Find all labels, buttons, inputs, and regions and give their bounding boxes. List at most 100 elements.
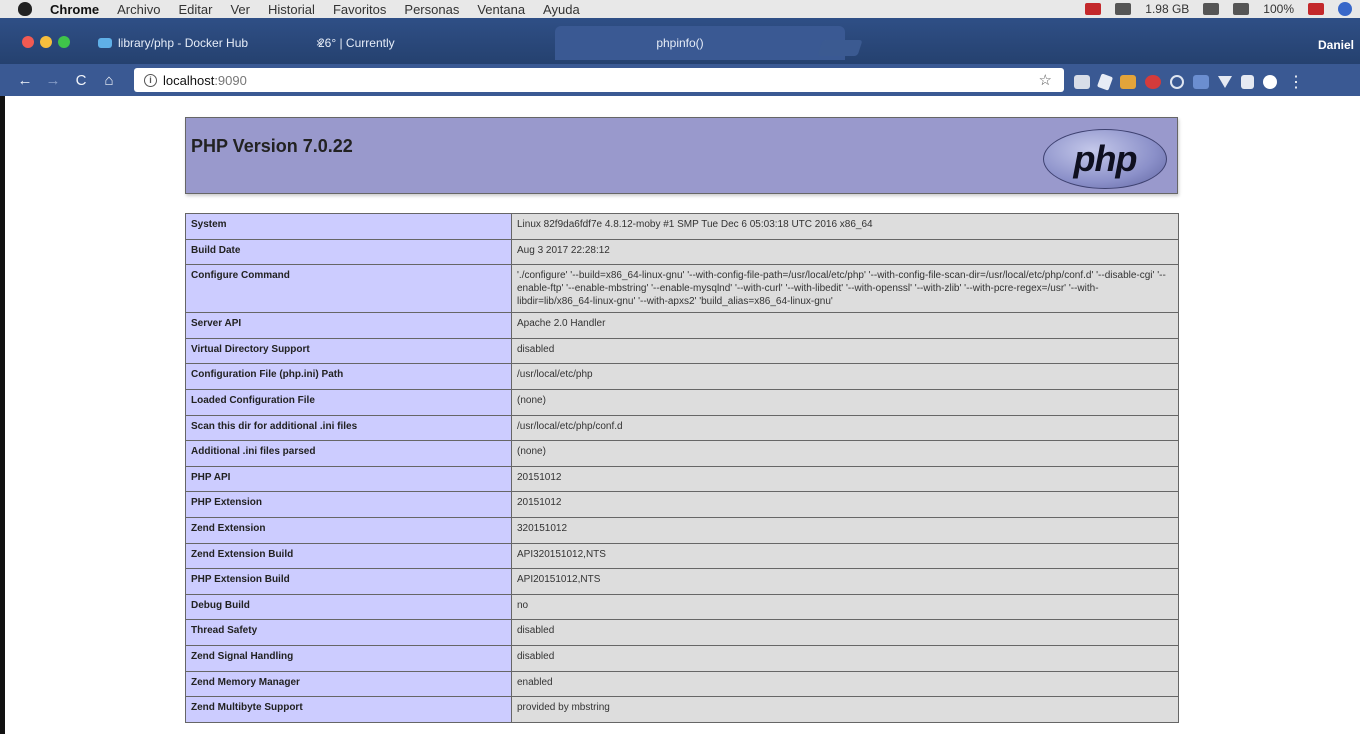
table-row: Additional .ini files parsed (none)	[185, 440, 1179, 467]
url-port: :9090	[214, 72, 247, 88]
table-row: PHP API 20151012	[185, 465, 1179, 493]
menu-personas[interactable]: Personas	[404, 2, 459, 17]
window-minimize-button[interactable]	[40, 36, 52, 48]
menu-historial[interactable]: Historial	[268, 2, 315, 17]
row-key: PHP Extension Build	[185, 568, 512, 595]
page-title: PHP Version 7.0.22	[191, 136, 353, 156]
table-row: Server API Apache 2.0 Handler	[185, 312, 1179, 339]
reload-button[interactable]: C	[70, 72, 92, 89]
row-key: Scan this dir for additional .ini files	[185, 414, 512, 442]
row-key: Zend Extension	[185, 516, 512, 544]
row-value: API320151012,NTS	[511, 542, 1179, 570]
extension-translate-icon[interactable]	[1193, 75, 1209, 89]
table-row: Configure Command './configure' '--build=…	[185, 264, 1179, 314]
extension-circle-icon[interactable]	[1170, 75, 1184, 89]
row-key: PHP Extension	[185, 491, 512, 518]
php-logo[interactable]: php	[1043, 129, 1167, 189]
row-value: 320151012	[511, 516, 1179, 544]
row-value: /usr/local/etc/php/conf.d	[511, 414, 1179, 442]
menu-ver[interactable]: Ver	[230, 2, 250, 17]
row-value: /usr/local/etc/php	[511, 363, 1179, 390]
storage-indicator[interactable]: 1.98 GB	[1145, 2, 1189, 16]
site-info-icon[interactable]: i	[144, 73, 157, 87]
extension-pin-icon[interactable]	[1096, 73, 1114, 91]
table-row: Zend Extension Build API320151012,NTS	[185, 542, 1179, 570]
back-button[interactable]: ←	[14, 72, 36, 89]
row-key: Configure Command	[185, 264, 512, 314]
table-row: PHP Extension 20151012	[185, 491, 1179, 518]
window-close-button[interactable]	[22, 36, 34, 48]
menu-archivo[interactable]: Archivo	[117, 2, 160, 17]
extension-dot-icon[interactable]	[1263, 75, 1277, 89]
url-host: localhost	[163, 72, 215, 88]
row-value: provided by mbstring	[511, 696, 1179, 723]
row-value: (none)	[511, 440, 1179, 467]
phpinfo-header: PHP Version 7.0.22 php	[185, 117, 1178, 194]
browser-toolbar: ← → C ⌂ i localhost :9090 ☆ ⋮	[0, 64, 1360, 96]
menu-favoritos[interactable]: Favoritos	[333, 2, 386, 17]
extension-vue-icon[interactable]	[1218, 76, 1232, 88]
row-value: no	[511, 593, 1179, 621]
tab-currently[interactable]: 26° | Currently ×	[302, 26, 587, 60]
menu-ayuda[interactable]: Ayuda	[543, 2, 580, 17]
apple-menu-icon[interactable]	[18, 2, 32, 16]
status-app-icon[interactable]	[1085, 3, 1102, 15]
row-key: Zend Signal Handling	[185, 644, 512, 672]
battery-percent[interactable]: 100%	[1263, 2, 1294, 16]
phpinfo-table: System Linux 82f9da6fdf7e 4.8.12-moby #1 …	[185, 213, 1179, 723]
row-value: Aug 3 2017 22:28:12	[511, 238, 1179, 266]
table-row: System Linux 82f9da6fdf7e 4.8.12-moby #1 …	[185, 213, 1179, 240]
profile-button[interactable]: Daniel	[1318, 38, 1354, 52]
row-value: enabled	[511, 670, 1179, 698]
table-row: Debug Build no	[185, 593, 1179, 621]
address-bar[interactable]: i localhost :9090 ☆	[134, 68, 1064, 92]
row-key: Loaded Configuration File	[185, 388, 512, 416]
extension-mail-icon[interactable]	[1074, 75, 1090, 89]
bookmark-star-icon[interactable]: ☆	[1039, 71, 1052, 89]
row-key: Server API	[185, 312, 512, 339]
home-button[interactable]: ⌂	[98, 72, 120, 89]
status-wifi-icon[interactable]	[1233, 3, 1250, 15]
row-value: disabled	[511, 337, 1179, 365]
table-row: PHP Extension Build API20151012,NTS	[185, 568, 1179, 595]
row-key: Configuration File (php.ini) Path	[185, 363, 512, 390]
row-key: System	[185, 213, 512, 240]
menu-editar[interactable]: Editar	[178, 2, 212, 17]
table-row: Configuration File (php.ini) Path/usr/lo…	[185, 363, 1179, 390]
window-zoom-button[interactable]	[58, 36, 70, 48]
table-row: Zend Extension 320151012	[185, 516, 1179, 544]
new-tab-button[interactable]	[817, 40, 863, 56]
tab-label: phpinfo()	[656, 36, 704, 50]
row-key: Additional .ini files parsed	[185, 440, 512, 467]
tab-docker-hub[interactable]: library/php - Docker Hub ×	[82, 26, 337, 60]
row-key: Zend Memory Manager	[185, 670, 512, 698]
extension-window-icon[interactable]	[1241, 75, 1254, 89]
extension-adblock-icon[interactable]	[1145, 75, 1161, 89]
table-row: Virtual Directory Support disabled	[185, 337, 1179, 365]
table-row: Build Date Aug 3 2017 22:28:12	[185, 238, 1179, 266]
extension-folder-icon[interactable]	[1120, 75, 1136, 89]
menu-ventana[interactable]: Ventana	[477, 2, 525, 17]
row-value: disabled	[511, 619, 1179, 646]
table-row: Loaded Configuration File (none)	[185, 388, 1179, 416]
tab-phpinfo[interactable]: phpinfo() ×	[555, 26, 845, 60]
table-row: Scan this dir for additional .ini files /…	[185, 414, 1179, 442]
siri-icon[interactable]	[1338, 2, 1352, 16]
row-value: './configure' '--build=x86_64-linux-gnu'…	[511, 264, 1179, 314]
status-volume-icon[interactable]	[1203, 3, 1220, 15]
menu-app-chrome[interactable]: Chrome	[50, 2, 99, 17]
row-value: Linux 82f9da6fdf7e 4.8.12-moby #1 SMP Tu…	[511, 213, 1179, 240]
row-value: disabled	[511, 644, 1179, 672]
macos-menu-bar: Chrome Archivo Editar Ver Historial Favo…	[0, 0, 1360, 18]
extensions-bar: ⋮	[1074, 72, 1304, 92]
table-row: Zend Multibyte Support provided by mbstri…	[185, 696, 1179, 723]
chrome-menu-icon[interactable]: ⋮	[1288, 72, 1304, 92]
row-key: Build Date	[185, 238, 512, 266]
status-cloud-icon[interactable]	[1115, 3, 1132, 15]
menubar-status-area: 1.98 GB 100%	[1085, 0, 1352, 18]
tab-label: library/php - Docker Hub	[118, 36, 249, 50]
forward-button[interactable]: →	[42, 72, 64, 89]
row-key: Virtual Directory Support	[185, 337, 512, 365]
flag-icon[interactable]	[1308, 3, 1324, 15]
row-value: 20151012	[511, 491, 1179, 518]
